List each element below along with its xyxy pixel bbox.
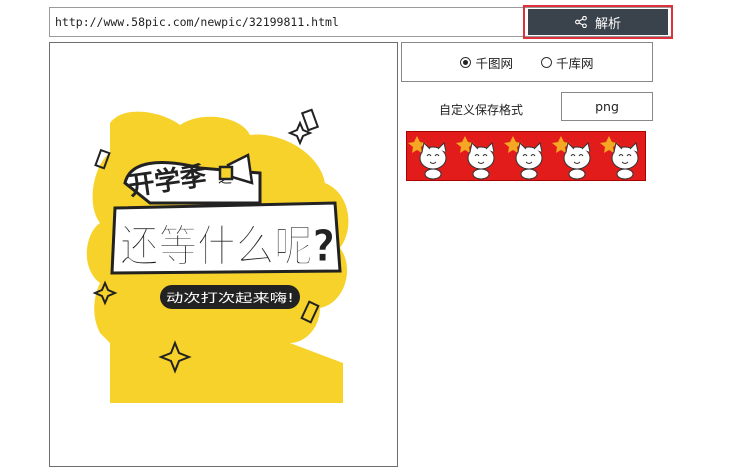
emoji-strip-image: [406, 131, 646, 181]
source-option-qianku[interactable]: 千库网: [541, 53, 594, 72]
source-option-label: 千图网: [475, 55, 513, 71]
parse-button-label: 解析: [594, 16, 621, 32]
source-option-qiantu[interactable]: 千图网: [460, 53, 513, 72]
url-input[interactable]: [50, 8, 524, 36]
source-option-label: 千库网: [556, 55, 594, 71]
format-label: 自定义保存格式: [439, 103, 524, 117]
radio-selected-icon[interactable]: [460, 56, 472, 68]
poster-line2: 还等什么呢?: [120, 221, 335, 272]
poster-image: 开学季 之 还等什么呢? 动次打次起来嗨!: [86, 108, 349, 403]
format-input[interactable]: [561, 92, 653, 121]
poster-line3: 动次打次起来嗨!: [166, 291, 294, 305]
cat-strip-svg: [407, 132, 645, 180]
image-preview: 开学季 之 还等什么呢? 动次打次起来嗨!: [49, 42, 398, 467]
parse-button[interactable]: 解析: [528, 9, 668, 35]
source-selector: 千图网 千库网: [401, 42, 653, 82]
radio-unselected-icon[interactable]: [541, 56, 552, 68]
share-icon: [575, 16, 587, 28]
